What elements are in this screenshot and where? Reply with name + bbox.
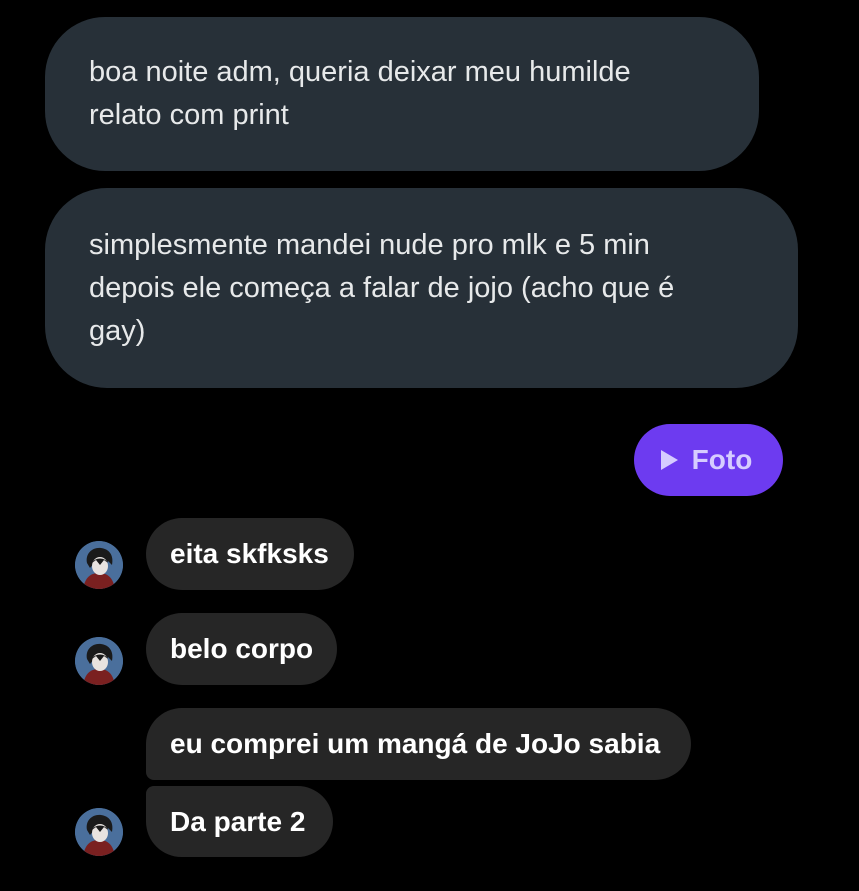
message-bubble: eu comprei um mangá de JoJo sabia <box>146 708 691 780</box>
avatar[interactable] <box>75 541 123 589</box>
avatar[interactable] <box>75 637 123 685</box>
photo-attachment-label: Foto <box>691 444 753 475</box>
message-text: eu comprei um mangá de JoJo sabia <box>170 728 661 759</box>
message-text: belo corpo <box>170 633 314 664</box>
message-text: eita skfksks <box>170 538 329 569</box>
post-paragraph-1: boa noite adm, queria deixar meu humilde… <box>89 51 631 137</box>
post-line: gay) <box>89 314 146 347</box>
post-paragraph-2: simplesmente mandei nude pro mlk e 5 min… <box>89 224 674 353</box>
play-icon <box>660 450 678 470</box>
post-line: relato com print <box>89 99 289 131</box>
message-bubble: eita skfksks <box>146 518 354 590</box>
post-line: boa noite adm, queria deixar meu humilde <box>89 56 631 88</box>
post-text-bubble-1: boa noite adm, queria deixar meu humilde… <box>45 17 759 171</box>
post-text-bubble-2: simplesmente mandei nude pro mlk e 5 min… <box>45 188 798 388</box>
post-line: depois ele começa a falar de jojo (acho … <box>89 271 675 304</box>
photo-attachment-button[interactable]: Foto <box>634 424 783 496</box>
message-bubble: Da parte 2 <box>146 786 333 857</box>
message-text: Da parte 2 <box>170 805 306 837</box>
post-line: simplesmente mandei nude pro mlk e 5 min <box>89 228 650 261</box>
message-bubble: belo corpo <box>146 613 337 685</box>
avatar[interactable] <box>75 808 123 856</box>
